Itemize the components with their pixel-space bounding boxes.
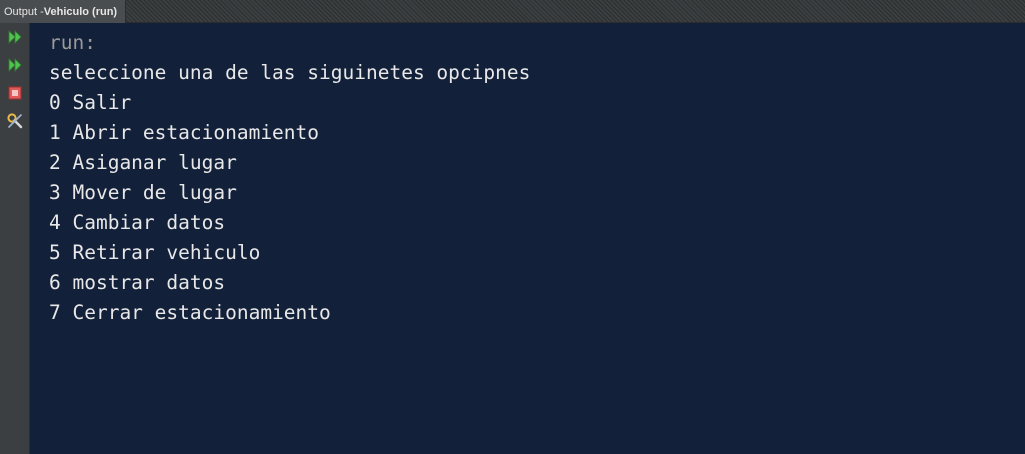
console-line-option-4: 4 Cambiar datos xyxy=(49,211,226,234)
output-tab-prefix: Output - xyxy=(4,5,44,18)
rerun-with-options-icon xyxy=(8,58,22,72)
console-line-option-1: 1 Abrir estacionamiento xyxy=(49,121,320,144)
output-tab-title: Vehiculo (run) xyxy=(43,5,118,18)
output-titlebar: Output - Vehiculo (run) xyxy=(0,0,1025,23)
console-line-option-6: 6 mostrar datos xyxy=(49,271,226,294)
rerun-icon xyxy=(8,30,22,44)
console-line-prompt: seleccione una de las siguinetes opcipne… xyxy=(49,61,531,84)
console-line-option-7: 7 Cerrar estacionamiento xyxy=(49,301,331,324)
stop-icon xyxy=(8,86,22,100)
stop-button[interactable] xyxy=(5,83,25,103)
console-line-option-2: 2 Asiganar lugar xyxy=(49,151,237,174)
console-line-option-5: 5 Retirar vehiculo xyxy=(49,241,261,264)
console-output[interactable]: run: seleccione una de las siguinetes op… xyxy=(30,23,1025,454)
rerun-with-options-button[interactable] xyxy=(5,55,25,75)
settings-tools-button[interactable] xyxy=(5,111,25,131)
console-line-option-3: 3 Mover de lugar xyxy=(49,181,237,204)
settings-tools-icon xyxy=(7,113,23,129)
output-tab[interactable]: Output - Vehiculo (run) xyxy=(0,0,127,23)
rerun-button[interactable] xyxy=(5,27,25,47)
output-toolbar xyxy=(0,23,30,454)
console-line-option-0: 0 Salir xyxy=(49,91,132,114)
output-window: Output - Vehiculo (run) run: seleccione … xyxy=(0,0,1025,454)
console-line-run: run: xyxy=(49,31,96,54)
